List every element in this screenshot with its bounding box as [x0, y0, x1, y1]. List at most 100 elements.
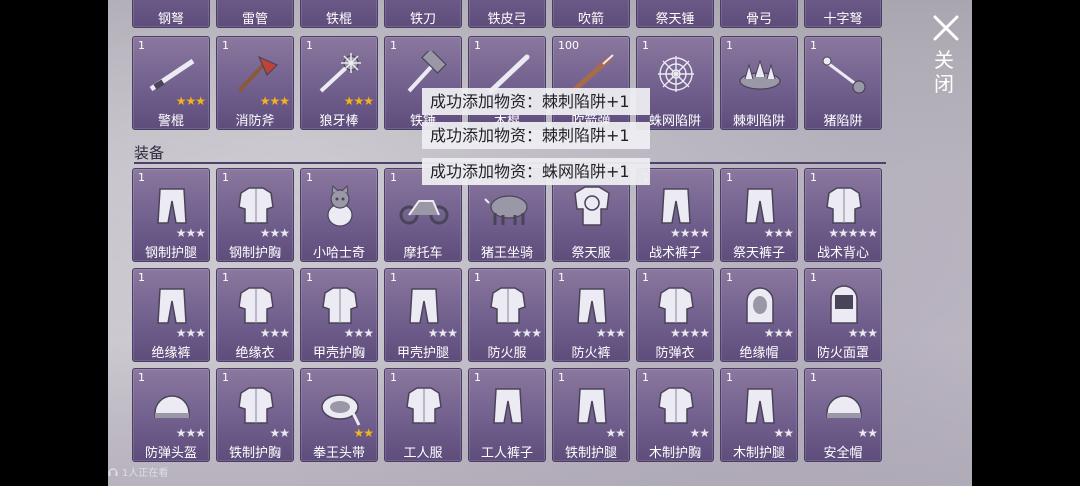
inventory-slot[interactable]: 1 ★★★ 甲壳护胸: [300, 268, 378, 362]
shell-leg-guard-icon: [397, 283, 451, 329]
star-rating: ★★★: [259, 226, 290, 240]
section-title-equipment: 装备: [134, 144, 165, 162]
item-label: 防火裤: [571, 346, 611, 361]
item-label: 绝缘裤: [151, 346, 191, 361]
inventory-slot[interactable]: 1 ★★★ 消防斧: [216, 36, 294, 130]
inventory-slot[interactable]: 1 ★★ 铁制护腿: [552, 368, 630, 462]
item-label: 消防斧: [235, 114, 275, 129]
close-button[interactable]: 关闭: [928, 14, 964, 104]
inventory-slot[interactable]: 1 ★★★ 警棍: [132, 36, 210, 130]
star-rating: ★★★: [259, 326, 290, 340]
inventory-slot[interactable]: 吹箭: [552, 0, 630, 28]
item-label: 战术裤子: [648, 246, 701, 261]
inventory-slot[interactable]: 钢弩: [132, 0, 210, 28]
baton-icon: [145, 51, 199, 97]
inventory-slot[interactable]: 1 ★★★ 绝缘裤: [132, 268, 210, 362]
inventory-slot[interactable]: 1 ★★★ 绝缘衣: [216, 268, 294, 362]
inventory-slot[interactable]: 1 ★★ 铁制护胸: [216, 368, 294, 462]
item-count: 1: [726, 171, 733, 184]
item-label: 十字弩: [823, 12, 863, 27]
star-rating: ★★★: [511, 326, 542, 340]
inventory-slot[interactable]: 1 ★★ 木制护腿: [720, 368, 798, 462]
item-label: 骨弓: [745, 12, 772, 27]
star-rating: ★★: [353, 426, 373, 440]
spiderweb-trap-icon: [649, 51, 703, 97]
iron-chest-guard-icon: [229, 383, 283, 429]
star-rating: ★★: [605, 426, 625, 440]
toast-message: 成功添加物资：棘刺陷阱+1: [422, 122, 650, 149]
item-label: 铁制护胸: [228, 446, 281, 461]
item-label: 警棍: [157, 114, 184, 129]
item-label: 钢制护胸: [228, 246, 281, 261]
ritual-robe-icon: [565, 183, 619, 229]
inventory-slot[interactable]: 1 ★★★★ 防弹衣: [636, 268, 714, 362]
inventory-slot[interactable]: 祭天锤: [636, 0, 714, 28]
item-count: 1: [390, 39, 397, 52]
star-rating: ★★★: [175, 226, 206, 240]
inventory-slot[interactable]: 1 ★★★ 祭天裤子: [720, 168, 798, 262]
toast-message: 成功添加物资：蛛网陷阱+1: [422, 158, 650, 185]
inventory-slot[interactable]: 1 ★★ 拳王头带: [300, 368, 378, 462]
inventory-slot[interactable]: 1 ★★★ 防火裤: [552, 268, 630, 362]
inventory-slot[interactable]: 1 ★★★ 绝缘帽: [720, 268, 798, 362]
iron-leg-guard-icon: [565, 383, 619, 429]
star-rating: ★★★: [847, 326, 878, 340]
inventory-slot[interactable]: 铁棍: [300, 0, 378, 28]
item-label: 防火服: [487, 346, 527, 361]
viewer-count-text: 1人正在看: [122, 468, 169, 479]
inventory-slot[interactable]: 1 ★★ 安全帽: [804, 368, 882, 462]
inventory-slot[interactable]: 骨弓: [720, 0, 798, 28]
item-label: 木制护胸: [648, 446, 701, 461]
inventory-slot[interactable]: 1木棍: [468, 36, 546, 130]
item-count: 1: [222, 39, 229, 52]
inventory-slot[interactable]: 1 工人裤子: [468, 368, 546, 462]
inventory-slot[interactable]: 1 猪陷阱: [804, 36, 882, 130]
item-label: 雷管: [241, 12, 268, 27]
star-rating: ★★★★: [669, 326, 710, 340]
item-label: 小哈士奇: [312, 246, 365, 261]
inventory-slot[interactable]: 铁皮弓: [468, 0, 546, 28]
inventory-slot[interactable]: 1 ★★★ 钢制护腿: [132, 168, 210, 262]
game-viewport: 钢弩 雷管 铁棍 铁刀 铁皮弓 吹箭 祭天锤 骨弓 十字弩 1 ★★★ 警棍 1 ★★★ 消防斧 1 ★★★ 狼…: [108, 0, 972, 486]
inventory-slot[interactable]: 1 ★★★ 钢制护胸: [216, 168, 294, 262]
tactical-pants-icon: [649, 183, 703, 229]
item-count: 1: [222, 371, 229, 384]
inventory-slot[interactable]: 铁刀: [384, 0, 462, 28]
item-label: 工人裤子: [480, 446, 533, 461]
headset-icon: [108, 468, 118, 476]
inventory-slot[interactable]: 1 ★★★★★ 战术背心: [804, 168, 882, 262]
item-label: 绝缘帽: [739, 346, 779, 361]
inventory-slot[interactable]: 雷管: [216, 0, 294, 28]
item-label: 铁皮弓: [487, 12, 527, 27]
inventory-slot[interactable]: 1 工人服: [384, 368, 462, 462]
inventory-slot[interactable]: 1 ★★★ 防火面罩: [804, 268, 882, 362]
inventory-slot[interactable]: 十字弩: [804, 0, 882, 28]
ballistic-helmet-icon: [145, 383, 199, 429]
inventory-slot[interactable]: 100吹箭弹: [552, 36, 630, 130]
item-count: 1: [138, 371, 145, 384]
inventory-slot[interactable]: 1 ★★★ 防火服: [468, 268, 546, 362]
item-count: 1: [558, 371, 565, 384]
star-rating: ★★★: [763, 226, 794, 240]
worker-pants-icon: [481, 383, 535, 429]
inventory-slot[interactable]: 1铁锤: [384, 36, 462, 130]
viewer-count: 1人正在看: [108, 464, 168, 479]
inventory-slot[interactable]: 1 蛛网陷阱: [636, 36, 714, 130]
inventory-slot[interactable]: 1 小哈士奇: [300, 168, 378, 262]
steel-chest-guard-icon: [229, 183, 283, 229]
item-count: 1: [390, 371, 397, 384]
shell-chest-guard-icon: [313, 283, 367, 329]
item-count: 1: [558, 271, 565, 284]
inventory-slot[interactable]: 1 ★★★ 防弹头盔: [132, 368, 210, 462]
inventory-slot[interactable]: 1 ★★ 木制护胸: [636, 368, 714, 462]
star-rating: ★★★: [343, 326, 374, 340]
item-label: 祭天服: [571, 246, 611, 261]
inventory-slot[interactable]: 1 ★★★ 狼牙棒: [300, 36, 378, 130]
inventory-slot[interactable]: 1 棘刺陷阱: [720, 36, 798, 130]
item-count: 1: [642, 371, 649, 384]
item-label: 摩托车: [403, 246, 443, 261]
thorn-trap-icon: [733, 51, 787, 97]
safety-helmet-icon: [817, 383, 871, 429]
inventory-slot[interactable]: 1 ★★★ 甲壳护腿: [384, 268, 462, 362]
item-count: 1: [810, 371, 817, 384]
